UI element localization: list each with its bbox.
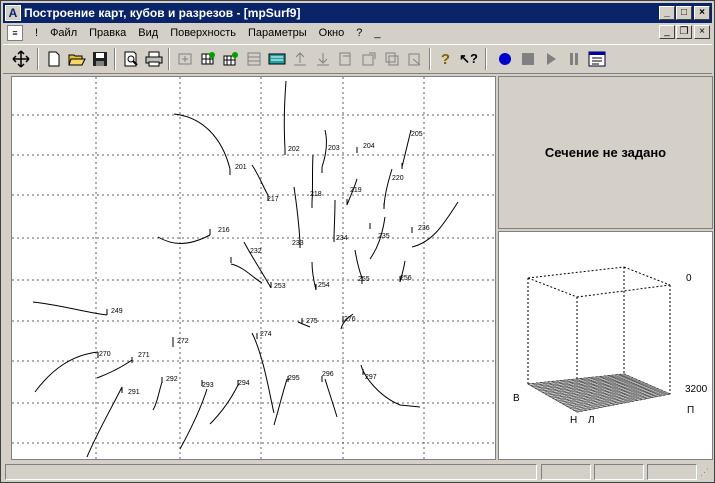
move-icon[interactable]: [9, 48, 32, 70]
status-pane-3: [647, 464, 697, 480]
well-label: 291: [128, 389, 140, 396]
layers-icon[interactable]: [242, 48, 265, 70]
section-panel: Сечение не задано: [498, 76, 713, 229]
well-label: 270: [99, 351, 111, 358]
menu-parameters[interactable]: Параметры: [242, 24, 313, 42]
status-pane-2: [594, 464, 644, 480]
well-label: 255: [358, 276, 370, 283]
well-label: 272: [177, 338, 189, 345]
well-label: 232: [250, 248, 262, 255]
mdi-close-button[interactable]: ×: [694, 25, 710, 39]
status-pane-1: [541, 464, 591, 480]
open-folder-icon[interactable]: [65, 48, 88, 70]
lower-icon[interactable]: [311, 48, 334, 70]
cube-label-west: В: [513, 393, 520, 404]
well-label: 292: [166, 376, 178, 383]
section-status-text: Сечение не задано: [544, 145, 667, 160]
menu-exclaim[interactable]: !: [29, 24, 44, 42]
well-label: 219: [350, 187, 362, 194]
status-bar: ⋰: [3, 462, 712, 482]
status-pane-main: [5, 464, 537, 480]
menu-surface[interactable]: Поверхность: [164, 24, 242, 42]
well-label: 274: [260, 331, 272, 338]
well-label: 297: [365, 374, 377, 381]
export-icon[interactable]: [357, 48, 380, 70]
script-icon[interactable]: [585, 48, 608, 70]
maximize-button[interactable]: □: [676, 6, 692, 20]
well-label: 295: [288, 375, 300, 382]
help-icon[interactable]: ?: [434, 48, 457, 70]
grid-add-icon[interactable]: [196, 48, 219, 70]
well-label: 220: [392, 175, 404, 182]
title-bar[interactable]: A Построение карт, кубов и разрезов - [m…: [3, 3, 712, 23]
cube-label-depth: 3200: [685, 384, 708, 395]
well-label: 217: [267, 196, 279, 203]
menu-edit[interactable]: Правка: [83, 24, 132, 42]
well-label: 254: [318, 282, 330, 289]
mdi-minimize-button[interactable]: _: [659, 25, 675, 39]
well-label: 275: [306, 318, 318, 325]
toolbar: ? ↖?: [3, 44, 712, 74]
menu-bar: ≡ ! Файл Правка Вид Поверхность Параметр…: [3, 23, 712, 43]
well-label: 253: [274, 283, 286, 290]
cube-label-east: П: [687, 405, 694, 416]
menu-view[interactable]: Вид: [132, 24, 164, 42]
well-label: 236: [418, 225, 430, 232]
minimize-button[interactable]: _: [659, 6, 675, 20]
keyboard-icon[interactable]: [265, 48, 288, 70]
paste-icon[interactable]: [403, 48, 426, 70]
well-label: 234: [336, 235, 348, 242]
copy-icon[interactable]: [380, 48, 403, 70]
save-icon[interactable]: [88, 48, 111, 70]
resize-grip-icon[interactable]: ⋰: [700, 467, 710, 479]
mdi-restore-button[interactable]: ❐: [676, 25, 692, 39]
menu-help[interactable]: ?: [350, 24, 368, 42]
well-label: 216: [218, 227, 230, 234]
well-label: 271: [138, 352, 150, 359]
print-preview-icon[interactable]: [119, 48, 142, 70]
record-icon[interactable]: [493, 48, 516, 70]
cube-label-top: 0: [686, 273, 692, 284]
pause-icon[interactable]: [562, 48, 585, 70]
context-help-icon[interactable]: ↖?: [457, 48, 480, 70]
app-icon[interactable]: A: [5, 5, 21, 21]
menu-window[interactable]: Окно: [313, 24, 351, 42]
well-label: 202: [288, 146, 300, 153]
well-label: 293: [202, 382, 214, 389]
map-view[interactable]: 201 202 203 204 205 216 217 218 219 220 …: [11, 76, 496, 460]
cube-label-north: Н: [570, 415, 577, 426]
document-icon[interactable]: ≡: [7, 25, 23, 41]
print-icon[interactable]: [142, 48, 165, 70]
layer-add-icon[interactable]: [173, 48, 196, 70]
app-window: A Построение карт, кубов и разрезов - [m…: [0, 0, 715, 483]
window-title: Построение карт, кубов и разрезов - [mpS…: [24, 6, 301, 20]
well-label: 296: [322, 371, 334, 378]
play-icon[interactable]: [539, 48, 562, 70]
close-button[interactable]: ×: [694, 6, 710, 20]
raise-icon[interactable]: [288, 48, 311, 70]
well-label: 204: [363, 143, 375, 150]
stop-icon[interactable]: [516, 48, 539, 70]
well-label: 233: [292, 240, 304, 247]
well-label: 205: [411, 131, 423, 138]
well-label: 218: [310, 191, 322, 198]
surface-add-icon[interactable]: [219, 48, 242, 70]
cube-label-left: Л: [588, 415, 595, 426]
well-label: 249: [111, 308, 123, 315]
menu-file[interactable]: Файл: [44, 24, 83, 42]
well-label: 203: [328, 145, 340, 152]
well-label: 276: [344, 316, 356, 323]
well-label: 294: [238, 380, 250, 387]
new-doc-icon[interactable]: [42, 48, 65, 70]
cube-panel[interactable]: 0 3200 В П Н Л: [498, 231, 713, 460]
menu-underscore[interactable]: _: [368, 24, 386, 42]
well-label: 256: [400, 275, 412, 282]
well-label: 201: [235, 164, 247, 171]
cut-section-icon[interactable]: [334, 48, 357, 70]
well-label: 235: [378, 233, 390, 240]
